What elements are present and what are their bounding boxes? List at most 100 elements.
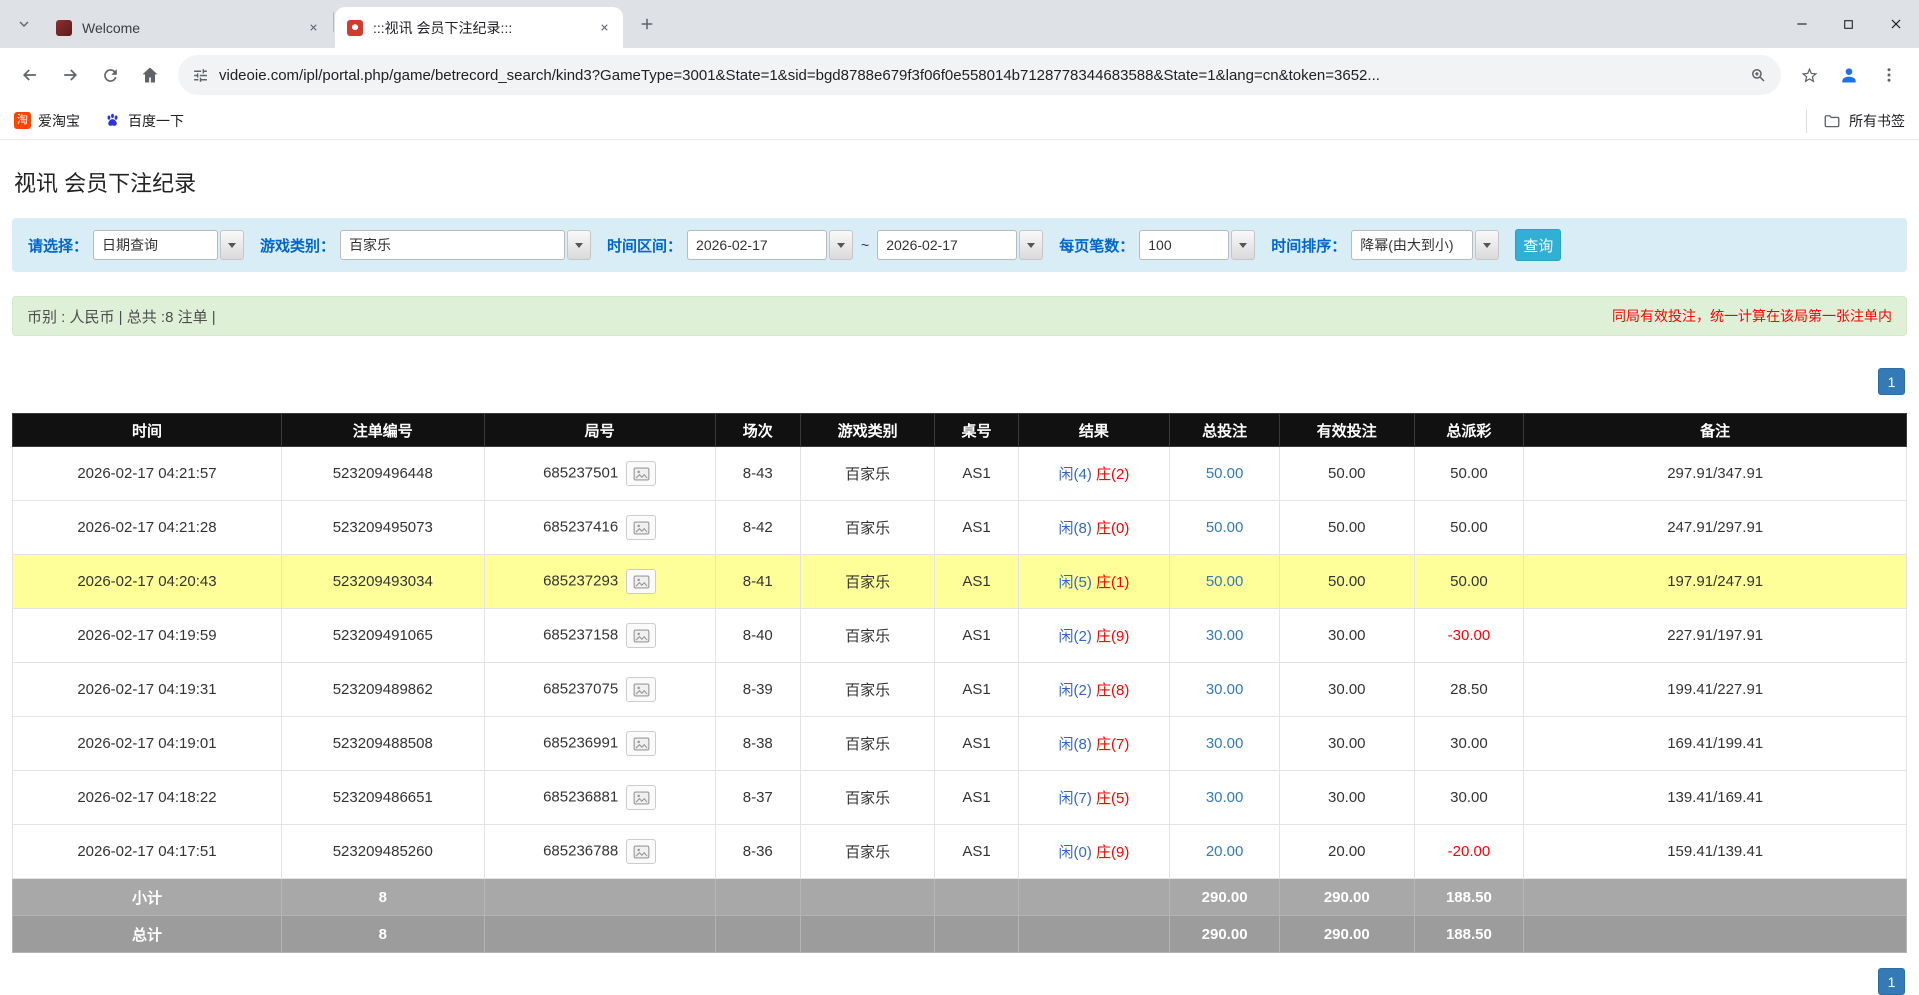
bookmark-star-icon[interactable] xyxy=(1789,55,1829,95)
search-button[interactable]: 查询 xyxy=(1515,229,1561,261)
back-icon[interactable] xyxy=(10,55,50,95)
grand-total-total-bet: 290.00 xyxy=(1170,916,1280,953)
bookmark-aitaobao[interactable]: 淘 爱淘宝 xyxy=(14,111,80,131)
round-number: 685236881 xyxy=(543,788,618,805)
empty-cell xyxy=(484,916,715,953)
cell-note: 247.91/297.91 xyxy=(1524,501,1907,555)
page-size-dropdown-icon[interactable] xyxy=(1231,230,1255,260)
cell-total-bet[interactable]: 50.00 xyxy=(1170,447,1280,501)
tab-bet-record[interactable]: :::视讯 会员下注纪录::: xyxy=(335,7,623,48)
bookmark-label: 爱淘宝 xyxy=(38,111,80,131)
time-sort-input[interactable] xyxy=(1351,230,1473,260)
empty-cell xyxy=(484,879,715,916)
game-result-image-icon[interactable] xyxy=(626,785,656,810)
select-type-input[interactable] xyxy=(93,230,218,260)
tab-bar: Welcome :::视讯 会员下注纪录::: xyxy=(0,0,1919,48)
page-size-input[interactable] xyxy=(1139,230,1229,260)
cell-note: 169.41/199.41 xyxy=(1524,717,1907,771)
player-result: 闲(2) xyxy=(1059,682,1092,699)
player-result: 闲(4) xyxy=(1059,466,1092,483)
table-body: 2026-02-17 04:21:57 523209496448 6852375… xyxy=(13,447,1907,879)
date-from-dropdown-icon[interactable] xyxy=(829,230,853,260)
cell-total-bet[interactable]: 30.00 xyxy=(1170,771,1280,825)
cell-total-bet[interactable]: 30.00 xyxy=(1170,609,1280,663)
round-number: 685236788 xyxy=(543,842,618,859)
cell-total-bet[interactable]: 20.00 xyxy=(1170,825,1280,879)
page-size-combobox xyxy=(1139,230,1255,260)
table-row: 2026-02-17 04:19:59 523209491065 6852371… xyxy=(13,609,1907,663)
page-number-button-bottom[interactable]: 1 xyxy=(1878,968,1905,995)
column-header: 有效投注 xyxy=(1280,414,1414,447)
url-text[interactable]: videoie.com/ipl/portal.php/game/betrecor… xyxy=(219,67,1739,84)
cell-time: 2026-02-17 04:19:31 xyxy=(13,663,282,717)
empty-cell xyxy=(715,879,800,916)
grand-total-row: 总计 8 290.00 290.00 188.50 xyxy=(13,916,1907,953)
time-sort-dropdown-icon[interactable] xyxy=(1475,230,1499,260)
all-bookmarks-button[interactable]: 所有书签 xyxy=(1806,109,1905,133)
player-result: 闲(8) xyxy=(1059,520,1092,537)
browser-menu-icon[interactable] xyxy=(1869,55,1909,95)
bookmark-baidu[interactable]: 百度一下 xyxy=(104,111,184,131)
empty-cell xyxy=(800,879,934,916)
cell-result: 闲(2) 庄(9) xyxy=(1018,609,1170,663)
minimize-button[interactable] xyxy=(1778,0,1825,48)
date-to-combobox xyxy=(877,230,1043,260)
cell-total-bet[interactable]: 50.00 xyxy=(1170,501,1280,555)
address-bar-actions xyxy=(1789,55,1909,95)
empty-cell xyxy=(715,916,800,953)
tab-title: :::视讯 会员下注纪录::: xyxy=(373,18,587,38)
cell-table-no: AS1 xyxy=(935,825,1018,879)
cell-note: 297.91/347.91 xyxy=(1524,447,1907,501)
select-type-dropdown-icon[interactable] xyxy=(220,230,244,260)
close-window-button[interactable] xyxy=(1872,0,1919,48)
game-result-image-icon[interactable] xyxy=(626,569,656,594)
all-bookmarks-label: 所有书签 xyxy=(1849,111,1905,131)
home-icon[interactable] xyxy=(130,55,170,95)
cell-total-bet[interactable]: 50.00 xyxy=(1170,555,1280,609)
tab-close-icon[interactable] xyxy=(595,19,613,37)
cell-round: 685237501 xyxy=(484,447,715,501)
game-result-image-icon[interactable] xyxy=(626,677,656,702)
cell-payout: 50.00 xyxy=(1414,555,1524,609)
new-tab-button[interactable] xyxy=(633,10,661,38)
date-to-dropdown-icon[interactable] xyxy=(1019,230,1043,260)
window-controls xyxy=(1778,0,1919,48)
cell-valid-bet: 30.00 xyxy=(1280,663,1414,717)
pagination-bottom: 1 xyxy=(14,968,1905,995)
date-from-input[interactable] xyxy=(687,230,827,260)
round-number: 685237293 xyxy=(543,572,618,589)
game-result-image-icon[interactable] xyxy=(626,623,656,648)
forward-icon[interactable] xyxy=(50,55,90,95)
grand-total-payout: 188.50 xyxy=(1414,916,1524,953)
site-settings-icon[interactable] xyxy=(192,67,209,84)
profile-icon[interactable] xyxy=(1829,55,1869,95)
tab-search-chevron-icon[interactable] xyxy=(16,16,32,32)
page-number-button[interactable]: 1 xyxy=(1878,368,1905,395)
cell-round: 685237416 xyxy=(484,501,715,555)
cell-total-bet[interactable]: 30.00 xyxy=(1170,717,1280,771)
game-result-image-icon[interactable] xyxy=(626,461,656,486)
tab-welcome[interactable]: Welcome xyxy=(44,7,332,48)
cell-session: 8-41 xyxy=(715,555,800,609)
game-type-combobox xyxy=(340,230,591,260)
zoom-icon[interactable] xyxy=(1749,66,1767,84)
cell-payout: 50.00 xyxy=(1414,447,1524,501)
address-bar[interactable]: videoie.com/ipl/portal.php/game/betrecor… xyxy=(178,55,1781,95)
cell-bet-id: 523209493034 xyxy=(281,555,484,609)
cell-table-no: AS1 xyxy=(935,771,1018,825)
player-result: 闲(2) xyxy=(1059,628,1092,645)
welcome-tab-favicon-icon xyxy=(56,20,72,36)
game-result-image-icon[interactable] xyxy=(626,515,656,540)
grand-total-count: 8 xyxy=(281,916,484,953)
game-result-image-icon[interactable] xyxy=(626,731,656,756)
maximize-button[interactable] xyxy=(1825,0,1872,48)
round-number: 685237501 xyxy=(543,464,618,481)
cell-total-bet[interactable]: 30.00 xyxy=(1170,663,1280,717)
tab-close-icon[interactable] xyxy=(304,19,322,37)
date-to-input[interactable] xyxy=(877,230,1017,260)
game-type-input[interactable] xyxy=(340,230,565,260)
player-result: 闲(5) xyxy=(1059,574,1092,591)
game-type-dropdown-icon[interactable] xyxy=(567,230,591,260)
game-result-image-icon[interactable] xyxy=(626,839,656,864)
reload-icon[interactable] xyxy=(90,55,130,95)
